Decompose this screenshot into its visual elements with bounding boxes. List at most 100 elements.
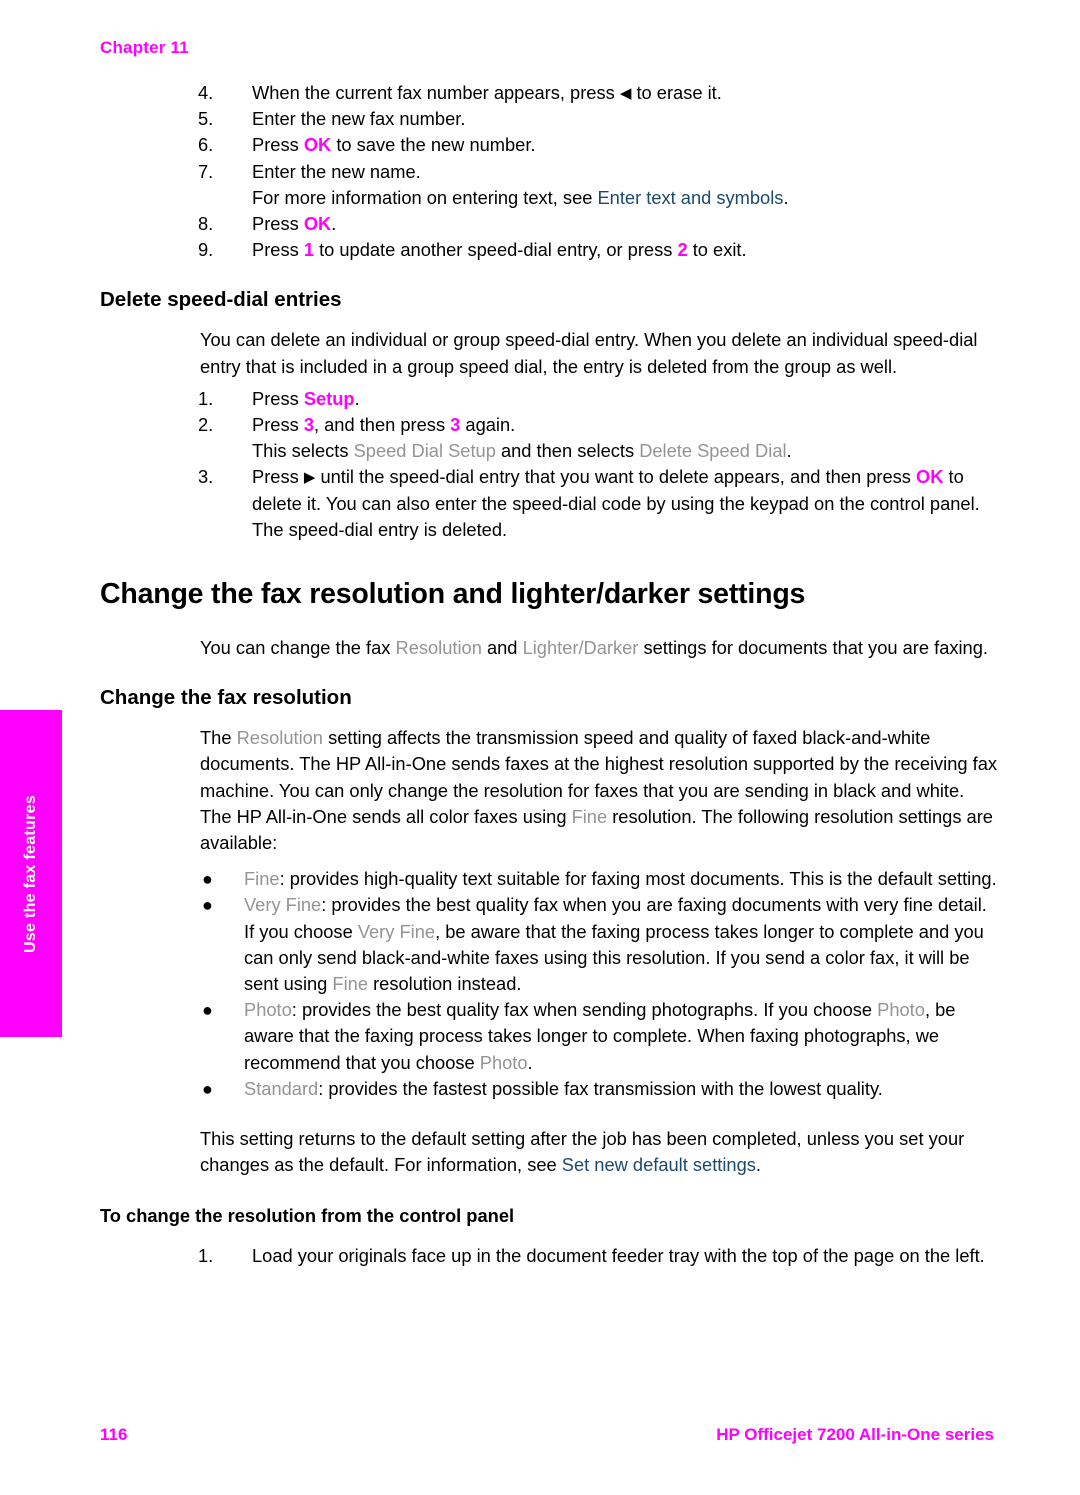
- document-page: Chapter 11 Use the fax features 4. When t…: [0, 0, 1080, 1495]
- display-menu-label: Lighter/Darker: [522, 637, 639, 659]
- control-panel-key-label: OK: [915, 466, 944, 488]
- cross-reference-link[interactable]: Enter text and symbols: [597, 187, 783, 208]
- text-run: .: [331, 213, 337, 235]
- text-run: Enter the new fax number.: [252, 108, 466, 130]
- control-panel-key-label: 2: [677, 239, 688, 261]
- text-run: Press: [252, 213, 304, 235]
- step-text: Enter the new fax number.: [252, 106, 1000, 132]
- text-run: to save the new number.: [331, 134, 536, 156]
- text-run: This selects: [252, 440, 354, 462]
- display-menu-label: Delete Speed Dial: [639, 440, 787, 462]
- control-panel-key-label: OK: [303, 213, 332, 235]
- text-run: Press: [252, 239, 304, 261]
- display-menu-label: Standard: [244, 1077, 319, 1099]
- numbered-step: The speed-dial entry is deleted.: [198, 517, 1000, 543]
- side-thumb-tab: Use the fax features: [0, 710, 62, 1037]
- step-number: 1.: [198, 387, 214, 409]
- step-text: Press Setup.: [252, 386, 1000, 412]
- step-number: 3.: [198, 466, 214, 488]
- text-run: Press: [252, 134, 304, 156]
- display-menu-label: Photo: [244, 999, 292, 1021]
- text-run: until the speed-dial entry that you want…: [315, 466, 916, 488]
- step-text: The speed-dial entry is deleted.: [252, 517, 1000, 543]
- text-run: .: [527, 1051, 533, 1073]
- display-menu-label: Resolution: [236, 727, 323, 749]
- numbered-step: 2. Press 3, and then press 3 again.: [198, 412, 1000, 438]
- numbered-step: 4. When the current fax number appears, p…: [198, 80, 1000, 106]
- step-text: Press OK.: [252, 211, 1000, 237]
- chapter-header: Chapter 11: [100, 38, 189, 57]
- heading-change-the-fax-resolution: Change the fax resolution: [100, 686, 352, 710]
- display-menu-label: Very Fine: [357, 920, 436, 942]
- footer-page-number: 116: [100, 1425, 128, 1444]
- step-text: Press 3, and then press 3 again.: [252, 412, 1000, 438]
- delete-section-intro: You can delete an individual or group sp…: [200, 329, 978, 377]
- text-run: You can change the fax: [200, 637, 396, 659]
- resolution-setting-item: ● Very Fine: provides the best quality fa…: [202, 892, 1000, 997]
- step-text: This selects Speed Dial Setup and then s…: [252, 438, 1000, 464]
- text-run: , and then press: [313, 414, 451, 436]
- text-run: settings for documents that you are faxi…: [638, 637, 988, 659]
- step-number: 1.: [198, 1244, 214, 1266]
- text-run: to exit.: [687, 239, 747, 261]
- delete-section-steps: 1. Press Setup. 2. Press 3, and then press …: [100, 386, 1000, 543]
- step-text: Press OK to save the new number.: [252, 132, 1000, 158]
- step-text: Press ▶ until the speed-dial entry that …: [252, 464, 1000, 516]
- text-run: For more information on entering text, s…: [252, 186, 598, 208]
- numbered-step: This selects Speed Dial Setup and then s…: [198, 438, 1000, 464]
- resolution-settings-list: ● Fine: provides high-quality text suitab…: [100, 866, 1000, 1102]
- text-run: Enter the new name.: [252, 160, 421, 182]
- text-run: : provides high-quality text suitable fo…: [279, 868, 997, 890]
- bullet-icon: ●: [202, 895, 213, 916]
- side-thumb-tab-label: Use the fax features: [22, 794, 39, 953]
- numbered-step: 1. Press Setup.: [198, 386, 1000, 412]
- bullet-text: Photo: provides the best quality fax whe…: [244, 999, 955, 1072]
- numbered-step: 8. Press OK.: [198, 211, 1000, 237]
- text-run: : provides the best quality fax when sen…: [291, 999, 878, 1021]
- page-content: 4. When the current fax number appears, p…: [100, 80, 1000, 1269]
- text-run: When the current fax number appears, pre…: [252, 82, 620, 103]
- resolution-section-body: The Resolution setting affects the trans…: [200, 725, 1000, 856]
- text-run: Press: [252, 466, 304, 488]
- text-run: Load your originals face up in the docum…: [252, 1244, 985, 1266]
- display-menu-label: Fine: [571, 805, 608, 827]
- cross-reference-link[interactable]: Set new default settings: [562, 1154, 756, 1175]
- resolution-setting-item: ● Fine: provides high-quality text suitab…: [202, 866, 1000, 892]
- display-menu-label: Speed Dial Setup: [353, 440, 496, 462]
- bullet-icon: ●: [202, 1000, 213, 1021]
- text-run: again.: [460, 414, 516, 436]
- numbered-step: 9. Press 1 to update another speed-dial e…: [198, 237, 1000, 263]
- step-text: Press 1 to update another speed-dial ent…: [252, 237, 1000, 263]
- numbered-step: 5. Enter the new fax number.: [198, 106, 1000, 132]
- heading-change-fax-resolution-and-lighter-darker: Change the fax resolution and lighter/da…: [100, 578, 806, 611]
- heading-delete-speed-dial-entries: Delete speed-dial entries: [100, 288, 342, 312]
- right-arrow-icon: ▶: [303, 469, 316, 487]
- display-menu-label: Photo: [877, 999, 925, 1021]
- text-run: .: [786, 440, 792, 462]
- step-text: For more information on entering text, s…: [252, 185, 1000, 211]
- control-panel-key-label: OK: [303, 134, 332, 156]
- text-run: Press: [252, 414, 304, 436]
- numbered-step: 6. Press OK to save the new number.: [198, 132, 1000, 158]
- resolution-setting-item: ● Standard: provides the fastest possible…: [202, 1076, 1000, 1102]
- text-run: .: [755, 1154, 761, 1176]
- numbered-steps-continued: 4. When the current fax number appears, p…: [100, 80, 1000, 263]
- step-number: 7.: [198, 160, 214, 182]
- numbered-step: 1. Load your originals face up in the doc…: [198, 1243, 1000, 1269]
- resolution-section-intro: You can change the fax Resolution and Li…: [200, 635, 1000, 661]
- display-menu-label: Very Fine: [244, 894, 322, 916]
- step-number: 9.: [198, 239, 214, 261]
- procedure-steps: 1. Load your originals face up in the doc…: [100, 1243, 1000, 1269]
- text-run: Press: [252, 387, 304, 409]
- bullet-icon: ●: [202, 1078, 213, 1099]
- step-number: 4.: [198, 82, 214, 103]
- display-menu-label: Resolution: [395, 637, 482, 659]
- text-run: resolution instead.: [368, 973, 522, 995]
- control-panel-key-label: 1: [303, 239, 314, 261]
- step-text: Enter the new name.: [252, 159, 1000, 185]
- heading-procedure-control-panel: To change the resolution from the contro…: [100, 1204, 515, 1226]
- text-run: The speed-dial entry is deleted.: [252, 518, 508, 540]
- numbered-step: 7. Enter the new name.: [198, 159, 1000, 185]
- text-run: and then selects: [495, 440, 640, 462]
- step-number: 6.: [198, 134, 214, 156]
